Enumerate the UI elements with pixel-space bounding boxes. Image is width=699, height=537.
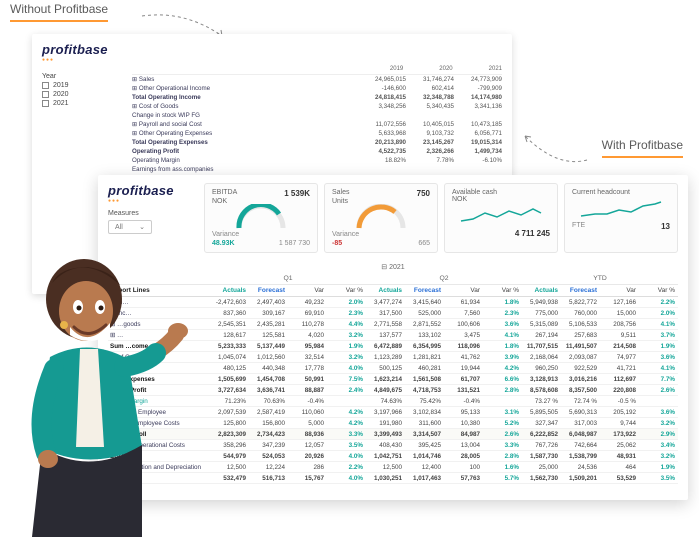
report-row: … of Goods Sold1,045,0741,012,56032,5143… (108, 352, 678, 363)
report-row: Gross Profit3,727,6343,636,74188,8872.4%… (108, 385, 678, 396)
year-superhead[interactable]: ⊟ 2021 (108, 261, 678, 273)
report-row: ⊞ In…-2,472,6032,497,40349,2322.0%3,477,… (108, 297, 678, 308)
report-row: ⊞ Other employee Costs125,800156,8005,00… (108, 418, 678, 429)
logo-back: profitbase (42, 42, 502, 63)
gauge-ebitda-icon (212, 205, 310, 229)
presenter-illustration (0, 237, 192, 537)
back-row: ⊞ Payroll and social Cost11,072,55610,40… (132, 120, 502, 129)
quarter-head: Q1Q2YTD (108, 273, 678, 285)
measures-value: All (115, 224, 123, 231)
back-row: Total Operating Income24,818,41532,348,7… (132, 93, 502, 102)
back-table-head: 201920202021 (132, 66, 502, 75)
report-row: EBIT532,479516,71315,7674.0%1,030,2511,0… (108, 473, 678, 484)
back-row: Change in stock WIP FG (132, 111, 502, 120)
measures-select[interactable]: All ⌄ (108, 220, 152, 234)
report-row: Sum Expenses1,505,6991,454,70850,9917.5%… (108, 374, 678, 385)
report-row: Sum Payroll2,823,3092,734,42388,9363.3%3… (108, 429, 678, 440)
back-row: Earnings from ass.companies (132, 165, 502, 174)
checkbox-icon[interactable] (42, 91, 49, 98)
kpi-cash: Available cash NOK 4 711 245 (444, 183, 558, 253)
back-row: ⊞ Cost of Goods3,348,2565,340,4353,341,1… (132, 102, 502, 111)
kpi-ebitda: EBITDA1 539K NOK Variance 48.93K1 587 73… (204, 183, 318, 253)
report-row: ⊞ …480,125440,34817,7784.0%500,125460,28… (108, 363, 678, 374)
report-row: Sum …come5,233,3335,137,44995,9841.9%6,4… (108, 341, 678, 352)
back-row: ⊞ Other Operational Income-146,600602,41… (132, 84, 502, 93)
kpi-sales: Sales750 Units Variance -85665 (324, 183, 438, 253)
back-row: Operating Profit4,522,7352,326,2661,499,… (132, 147, 502, 156)
report-row: EBITDA544,979524,05320,9264.0%1,042,7511… (108, 451, 678, 462)
report-table: ⊟ 2021 Q1Q2YTD Report LinesActualsForeca… (108, 261, 678, 484)
report-row: ⊞ …goods2,545,3512,435,281110,2784.4%2,7… (108, 319, 678, 330)
measures-label: Measures (108, 210, 198, 217)
logo-front: profitbase (108, 183, 198, 204)
label-with: With Profitbase (602, 138, 683, 158)
back-row: Total Operating Expenses20,213,89023,145… (132, 138, 502, 147)
back-row: ⊞ Sales24,965,01531,746,27424,773,909 (132, 75, 502, 84)
report-row: ⊞ Payroll Employee2,097,5392,587,419110,… (108, 407, 678, 418)
report-row: Gross Margin71.23%70.63%-0.4%74.63%75.42… (108, 396, 678, 407)
gauge-sales-icon (332, 205, 430, 229)
chevron-down-icon: ⌄ (139, 223, 145, 231)
sparkline-cash-icon (452, 203, 550, 227)
report-row: ⊞ Inc…837,360309,16769,9102.3%317,500525… (108, 308, 678, 319)
back-row: Operating Margin18.82%7.78%-6.10% (132, 156, 502, 165)
report-row: ⊞ Other Operational Costs358,296347,2391… (108, 440, 678, 451)
report-row: ⊞ …128,617125,5814,0203.2%137,577133,102… (108, 330, 678, 341)
checkbox-icon[interactable] (42, 100, 49, 107)
back-row: ⊞ Other Operating Expenses5,633,9689,103… (132, 129, 502, 138)
sparkline-head-icon (572, 196, 670, 220)
checkbox-icon[interactable] (42, 82, 49, 89)
report-row: ⊞ Amortization and Depreciation12,50012,… (108, 462, 678, 473)
label-without: Without Profitbase (10, 2, 108, 22)
arrow-to-front (519, 130, 589, 170)
column-head: Report LinesActualsForecastVarVar %Actua… (108, 285, 678, 297)
kpi-headcount: Current headcount FTE13 (564, 183, 678, 253)
